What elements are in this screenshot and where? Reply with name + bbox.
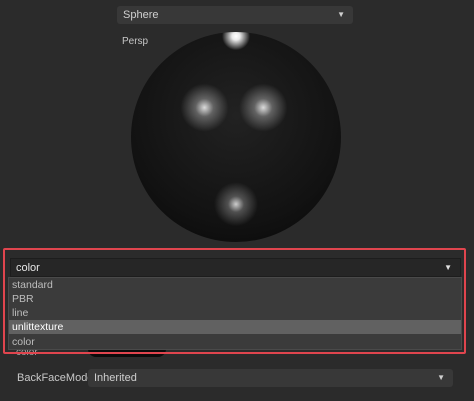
option-color[interactable]: color [9,335,461,349]
shader-select-value: color [16,262,40,274]
backface-mode-label: BackFaceMode [17,372,94,384]
shader-options-list: standard PBR line unlittexture color [8,277,462,350]
backface-mode-select[interactable]: Inherited ▼ [88,369,453,387]
option-pbr[interactable]: PBR [9,292,461,306]
option-standard[interactable]: standard [9,278,461,292]
material-preview-sphere[interactable] [131,32,341,242]
backface-mode-value: Inherited [94,372,137,384]
chevron-down-icon: ▼ [444,263,452,272]
chevron-down-icon: ▼ [437,373,445,382]
mesh-select-value: Sphere [123,9,159,21]
chevron-down-icon: ▼ [337,10,345,19]
mesh-select[interactable]: Sphere ▼ [117,6,353,24]
viewport-label: Persp [122,36,149,47]
option-line[interactable]: line [9,306,461,320]
shader-select[interactable]: color ▼ [10,258,461,277]
option-unlittexture[interactable]: unlittexture [9,320,461,334]
